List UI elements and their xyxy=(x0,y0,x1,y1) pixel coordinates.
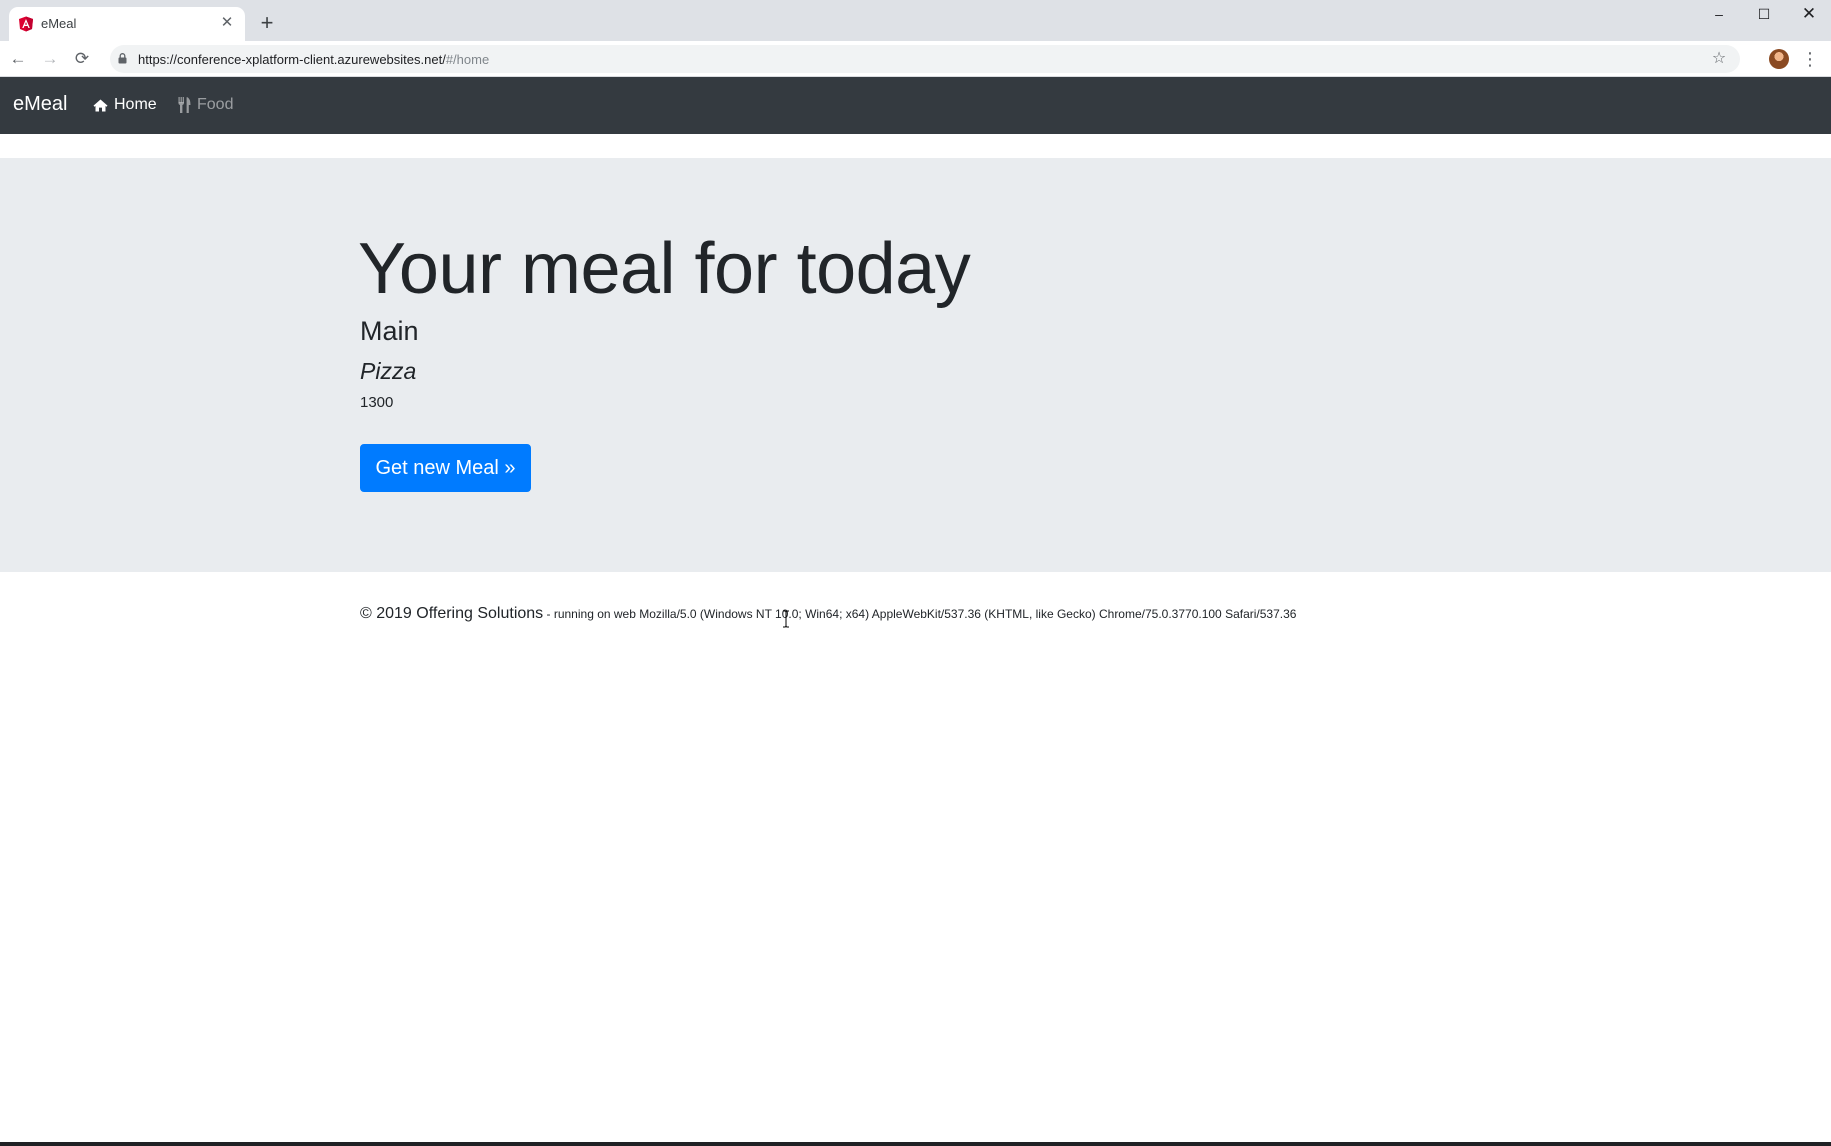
nav-link-home-label: Home xyxy=(114,96,157,113)
window-minimize-button[interactable]: – xyxy=(1697,0,1741,28)
meal-name: Pizza xyxy=(360,358,417,384)
url-host: https://conference-xplatform-client.azur… xyxy=(138,52,446,67)
browser-tabstrip: eMeal ✕ + – ☐ ✕ xyxy=(0,0,1831,41)
page-footer: © 2019 Offering Solutions - running on w… xyxy=(360,605,1296,623)
nav-link-home[interactable]: Home xyxy=(93,96,157,114)
nav-link-food[interactable]: Food xyxy=(178,96,233,114)
tab-close-icon[interactable]: ✕ xyxy=(217,13,237,33)
footer-environment: - running on web Mozilla/5.0 (Windows NT… xyxy=(543,607,1297,621)
get-new-meal-button[interactable]: Get new Meal » xyxy=(360,444,531,492)
page-title: Your meal for today xyxy=(358,229,971,309)
footer-copyright: © 2019 Offering Solutions xyxy=(360,605,544,622)
window-maximize-button[interactable]: ☐ xyxy=(1742,0,1786,28)
window-bottom-edge xyxy=(0,1142,1831,1146)
bookmark-star-icon[interactable]: ☆ xyxy=(1710,50,1728,68)
tab-title: eMeal xyxy=(41,16,77,31)
forward-button[interactable]: → xyxy=(39,48,61,70)
address-bar[interactable]: https://conference-xplatform-client.azur… xyxy=(110,45,1740,73)
browser-menu-icon[interactable]: ⋮ xyxy=(1801,48,1819,70)
lock-icon xyxy=(118,53,127,64)
url-path: #/home xyxy=(445,52,490,67)
browser-tab[interactable]: eMeal ✕ xyxy=(9,7,245,41)
nav-link-food-label: Food xyxy=(197,96,234,113)
angular-icon xyxy=(19,16,33,32)
home-icon xyxy=(93,99,108,111)
profile-avatar[interactable] xyxy=(1769,49,1789,69)
course-label: Main xyxy=(360,316,419,346)
meal-jumbotron: Your meal for today Main Pizza 1300 Get … xyxy=(0,158,1831,572)
reload-button[interactable]: ⟳ xyxy=(71,48,93,70)
text-cursor-icon xyxy=(783,610,789,628)
back-button[interactable]: ← xyxy=(7,48,29,70)
url-text: https://conference-xplatform-client.azur… xyxy=(138,52,489,67)
window-close-button[interactable]: ✕ xyxy=(1787,0,1831,28)
browser-toolbar: ← → ⟳ https://conference-xplatform-clien… xyxy=(0,41,1831,77)
cutlery-icon xyxy=(178,97,191,113)
new-tab-button[interactable]: + xyxy=(256,12,278,34)
meal-calories: 1300 xyxy=(360,394,394,411)
app-navbar: eMeal Home Food xyxy=(0,77,1831,134)
navbar-brand[interactable]: eMeal xyxy=(13,93,67,116)
